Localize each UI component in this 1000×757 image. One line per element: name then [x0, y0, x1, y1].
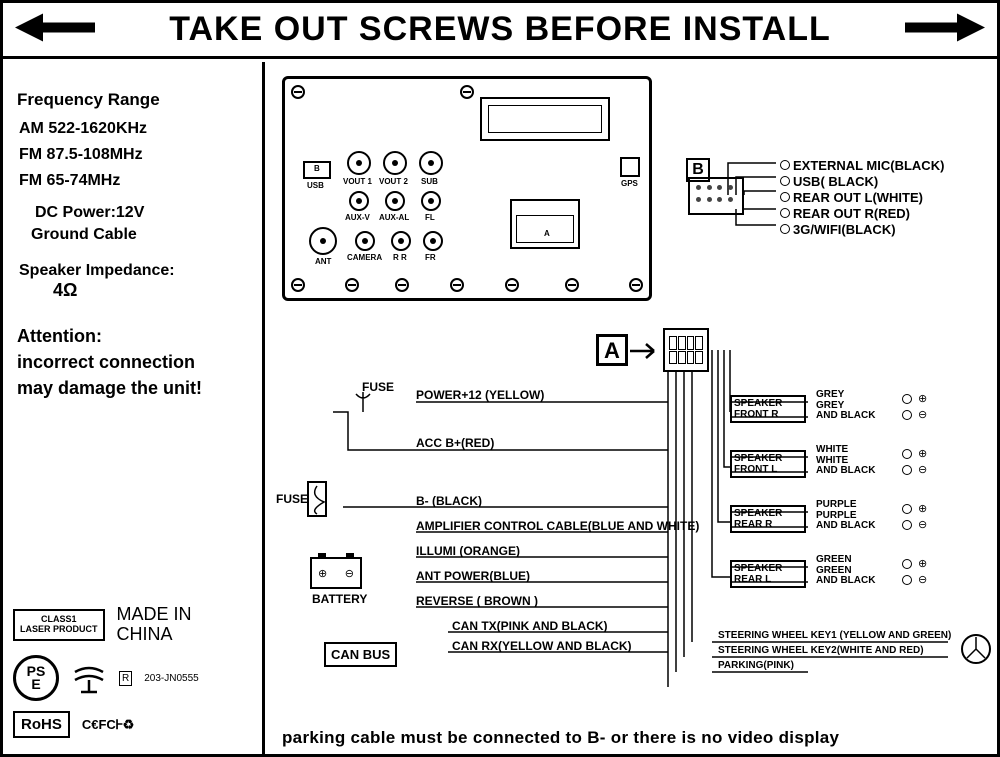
attn-l1: Attention: [17, 323, 252, 349]
freq-am: AM 522-1620KHz [19, 120, 252, 138]
arrow-right-icon [905, 13, 985, 46]
speaker-impedance: Speaker Impedance: [19, 262, 252, 280]
freq-fm1: FM 87.5-108MHz [19, 146, 252, 164]
wire-illumi: ILLUMI (ORANGE) [416, 544, 520, 558]
class1-laser-badge: CLASS1 LASER PRODUCT [13, 609, 105, 641]
header-title: TAKE OUT SCREWS BEFORE INSTALL [169, 10, 831, 49]
wire-power12: POWER+12 (YELLOW) [416, 388, 544, 402]
r-badge: R [119, 671, 132, 686]
pse-badge: PS E [13, 655, 59, 701]
wire-cantx: CAN TX(PINK AND BLACK) [452, 619, 608, 633]
made-in-china: MADE IN CHINA [117, 605, 192, 645]
fuse-1-label: FUSE [362, 380, 394, 394]
canbus-box: CAN BUS [324, 642, 397, 667]
speaker-rl-colors: GREENGREENAND BLACK [816, 555, 875, 587]
speaker-rl-box: SPEAKERREAR L [730, 560, 806, 588]
battery-label: BATTERY [312, 592, 367, 606]
speaker-fr-box: SPEAKERFRONT R [730, 395, 806, 423]
wire-antpower: ANT POWER(BLUE) [416, 569, 530, 583]
steering-wheel-icon [961, 634, 991, 664]
speaker-rr-box: SPEAKERREAR R [730, 505, 806, 533]
right-column: B USB VOUT 1 VOUT 2 SUB AUX-V AUX-AL FL … [268, 62, 997, 754]
attention-text: Attention: incorrect connection may dama… [17, 323, 252, 401]
impedance-value: 4Ω [53, 280, 252, 301]
header: TAKE OUT SCREWS BEFORE INSTALL [3, 3, 997, 59]
battery-icon: ⊕ ⊖ [310, 557, 362, 589]
r-code: 203-JN0555 [144, 673, 198, 684]
ground-cable: Ground Cable [31, 226, 252, 244]
ground-icon [71, 660, 107, 696]
attn-l2: incorrect connection [17, 349, 252, 375]
speaker-fr-colors: GREYGREYAND BLACK [816, 390, 875, 422]
wire-canrx: CAN RX(YELLOW AND BLACK) [452, 639, 632, 653]
wire-acc: ACC B+(RED) [416, 436, 494, 450]
speaker-rr-colors: PURPLEPURPLEAND BLACK [816, 500, 875, 532]
page: TAKE OUT SCREWS BEFORE INSTALL Frequency… [0, 0, 1000, 757]
arrow-left-icon [15, 13, 95, 46]
dc-power: DC Power:12V [35, 204, 252, 222]
fuse-2-label: FUSE [276, 492, 308, 506]
speaker-fl-box: SPEAKERFRONT L [730, 450, 806, 478]
badges-area: CLASS1 LASER PRODUCT MADE IN CHINA PS E … [13, 605, 252, 748]
main: Frequency Range AM 522-1620KHz FM 87.5-1… [3, 62, 997, 754]
bottom-note: parking cable must be connected to B- or… [282, 728, 839, 748]
wire-bminus: B- (BLACK) [416, 494, 482, 508]
rohs-badge: RoHS [13, 711, 70, 738]
freq-range-title: Frequency Range [17, 90, 252, 110]
freq-fm2: FM 65-74MHz [19, 172, 252, 190]
sw-key2: STEERING WHEEL KEY2(WHITE AND RED) [718, 645, 924, 656]
left-column: Frequency Range AM 522-1620KHz FM 87.5-1… [3, 62, 265, 754]
parking-wire: PARKING(PINK) [718, 660, 794, 671]
wire-reverse: REVERSE ( BROWN ) [416, 594, 538, 608]
wire-amp: AMPLIFIER CONTROL CABLE(BLUE AND WHITE) [416, 519, 699, 533]
sw-key1: STEERING WHEEL KEY1 (YELLOW AND GREEN) [718, 630, 951, 641]
cert-icons: C€FCᎰ♻ [82, 717, 134, 733]
speaker-fl-colors: WHITEWHITEAND BLACK [816, 445, 875, 477]
attn-l3: may damage the unit! [17, 375, 252, 401]
